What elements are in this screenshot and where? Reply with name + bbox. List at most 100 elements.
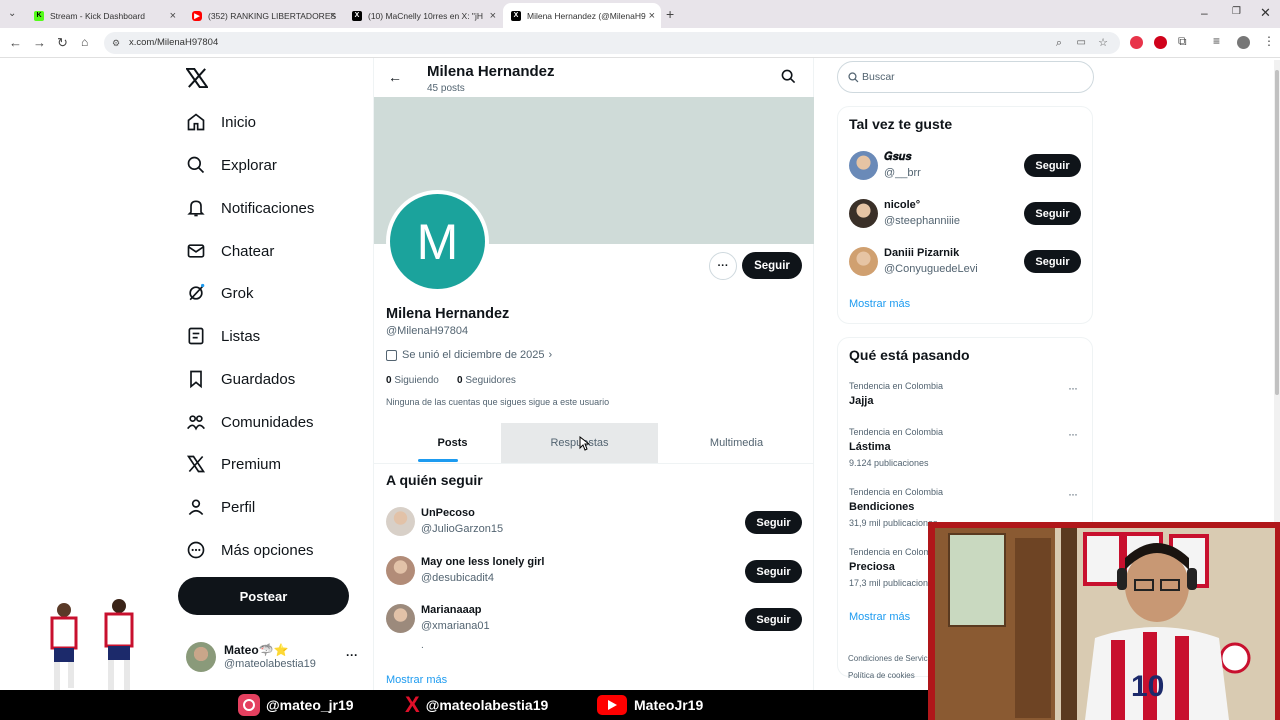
close-window-icon[interactable]: ✕ bbox=[1260, 5, 1271, 21]
more-dots-icon[interactable]: ··· bbox=[1068, 487, 1078, 501]
user-handle: @desubicadit4 bbox=[421, 572, 494, 584]
browser-tab-x-milena[interactable]: X Milena Hernandez (@MilenaH9 × bbox=[503, 3, 661, 28]
trend-name[interactable]: Lástima bbox=[849, 441, 891, 453]
account-handle: @mateolabestia19 bbox=[224, 658, 316, 670]
person-icon bbox=[188, 499, 204, 516]
avatar[interactable] bbox=[849, 199, 878, 228]
sidebar-item-listas[interactable]: Listas bbox=[186, 321, 260, 351]
search-box[interactable]: Buscar bbox=[837, 61, 1094, 93]
media-icon[interactable]: ≡ bbox=[1213, 34, 1220, 48]
back-icon[interactable]: ← bbox=[9, 35, 22, 50]
follow-button[interactable]: Seguir bbox=[1024, 154, 1081, 177]
sidebar-item-chatear[interactable]: Chatear bbox=[186, 236, 274, 266]
search-icon[interactable] bbox=[781, 69, 796, 89]
trend-name[interactable]: Jajja bbox=[849, 395, 873, 407]
trends-show-more-link[interactable]: Mostrar más bbox=[849, 611, 910, 623]
forward-icon[interactable]: → bbox=[33, 35, 46, 50]
scrollbar-thumb[interactable] bbox=[1275, 70, 1279, 395]
youtube-icon: ▶ bbox=[192, 10, 202, 21]
tab-label: Multimedia bbox=[709, 437, 764, 449]
extension-icon[interactable] bbox=[1130, 36, 1143, 49]
bookmark-star-icon[interactable]: ☆ bbox=[1098, 32, 1108, 54]
post-button[interactable]: Postear bbox=[178, 577, 349, 615]
sidebar-item-label: Premium bbox=[221, 455, 282, 473]
x-overlay: X @mateolabestia19 bbox=[405, 692, 549, 717]
home-browser-icon[interactable]: ⌂ bbox=[81, 35, 88, 49]
sidebar-item-notificaciones[interactable]: Notificaciones bbox=[186, 193, 314, 223]
browser-menu-icon[interactable]: ⋮ bbox=[1263, 34, 1275, 48]
sidebar-item-grok[interactable]: Grok bbox=[186, 278, 254, 308]
restore-icon[interactable]: ❐ bbox=[1232, 6, 1241, 17]
more-dots-icon[interactable]: ··· bbox=[1068, 381, 1078, 395]
url-bar[interactable]: ⚙ x.com/MilenaH97804 ⌕ ▭ ☆ bbox=[104, 32, 1120, 54]
back-arrow-icon[interactable]: ← bbox=[388, 69, 402, 85]
site-info-icon[interactable]: ⚙ bbox=[112, 32, 120, 54]
user-name[interactable]: 𝑮𝒔𝒖𝒔 bbox=[884, 151, 911, 164]
follow-button[interactable]: Seguir bbox=[1024, 202, 1081, 225]
footer-cookies-link[interactable]: Política de cookies bbox=[848, 671, 915, 680]
sidebar-item-inicio[interactable]: Inicio bbox=[186, 107, 256, 137]
more-dots-icon[interactable]: ··· bbox=[346, 648, 358, 662]
close-tab-icon[interactable]: × bbox=[330, 10, 336, 22]
profile-header-name: Milena Hernandez bbox=[427, 63, 555, 80]
list-extra: . bbox=[421, 640, 424, 651]
minimize-icon[interactable]: – bbox=[1201, 6, 1208, 20]
sidebar-item-perfil[interactable]: Perfil bbox=[186, 492, 255, 522]
suggestions-title: Tal vez te guste bbox=[849, 116, 953, 132]
sidebar-item-guardados[interactable]: Guardados bbox=[186, 364, 295, 394]
user-name[interactable]: nicole° bbox=[884, 199, 920, 211]
follow-profile-button[interactable]: Seguir bbox=[742, 252, 802, 279]
x-icon: X bbox=[352, 10, 362, 21]
reload-icon[interactable]: ↻ bbox=[57, 35, 68, 51]
user-name[interactable]: Daniii Pizarnik bbox=[884, 247, 959, 259]
close-tab-icon[interactable]: × bbox=[490, 10, 496, 22]
follow-button[interactable]: Seguir bbox=[745, 511, 802, 534]
user-handle: @steephanniiie bbox=[884, 215, 960, 227]
close-tab-icon[interactable]: × bbox=[170, 10, 176, 22]
sidebar-item-explorar[interactable]: Explorar bbox=[186, 150, 277, 180]
zoom-icon[interactable]: ⌕ bbox=[1056, 32, 1062, 54]
x-logo[interactable] bbox=[185, 67, 209, 93]
trend-name[interactable]: Preciosa bbox=[849, 561, 895, 573]
extensions-puzzle-icon[interactable]: ⧉ bbox=[1178, 34, 1187, 49]
more-dots-icon[interactable]: ··· bbox=[1068, 427, 1078, 441]
avatar[interactable] bbox=[386, 556, 415, 585]
follow-button[interactable]: Seguir bbox=[1024, 250, 1081, 273]
joined-date[interactable]: Se unió el diciembre de 2025 › bbox=[386, 349, 552, 361]
follow-button[interactable]: Seguir bbox=[745, 560, 802, 583]
x-handle: @mateolabestia19 bbox=[425, 697, 549, 713]
avatar[interactable] bbox=[386, 507, 415, 536]
user-name[interactable]: May one less lonely girl bbox=[421, 556, 545, 568]
opera-extension-icon[interactable] bbox=[1154, 36, 1167, 49]
follow-button[interactable]: Seguir bbox=[745, 608, 802, 631]
who-to-follow-show-more-link[interactable]: Mostrar más bbox=[386, 674, 447, 686]
sidebar-item-premium[interactable]: Premium bbox=[186, 449, 281, 479]
footer-terms-link[interactable]: Condiciones de Servicio bbox=[848, 654, 934, 663]
account-switcher[interactable]: Mateo🦈⭐ @mateolabestia19 ··· bbox=[186, 640, 362, 674]
trend-name[interactable]: Bendiciones bbox=[849, 501, 914, 513]
avatar[interactable] bbox=[386, 604, 415, 633]
tab-list-chevron-icon[interactable]: ⌄ bbox=[8, 8, 16, 19]
followers-stat[interactable]: 0 Seguidores bbox=[457, 375, 516, 386]
sidebar-item-comunidades[interactable]: Comunidades bbox=[186, 407, 314, 437]
more-options-button[interactable]: ··· bbox=[709, 252, 737, 280]
close-tab-icon[interactable]: × bbox=[649, 10, 655, 22]
following-stat[interactable]: 0 Siguiendo bbox=[386, 375, 439, 386]
browser-tab-youtube[interactable]: ▶ (352) RANKING LIBERTADORES × bbox=[184, 3, 342, 28]
tabs-divider bbox=[374, 463, 814, 464]
user-name[interactable]: Marianaaap bbox=[421, 604, 482, 616]
profile-avatar[interactable]: M bbox=[386, 190, 489, 293]
user-name[interactable]: UnPecoso bbox=[421, 507, 475, 519]
tab-multimedia[interactable]: Multimedia bbox=[658, 423, 815, 463]
suggestions-show-more-link[interactable]: Mostrar más bbox=[849, 298, 910, 310]
new-tab-icon[interactable]: + bbox=[666, 6, 674, 22]
sidebar-item-label: Listas bbox=[221, 327, 261, 345]
avatar[interactable] bbox=[849, 247, 878, 276]
sidebar-item-mas-opciones[interactable]: Más opciones bbox=[186, 535, 314, 565]
avatar[interactable] bbox=[849, 151, 878, 180]
browser-tab-kick[interactable]: K Stream - Kick Dashboard × bbox=[26, 3, 182, 28]
joined-text: Se unió el diciembre de 2025 bbox=[402, 349, 545, 361]
profile-avatar-icon[interactable] bbox=[1237, 36, 1250, 49]
browser-tab-x-macnelly[interactable]: X (10) MaCnelly 10rres en X: "jH × bbox=[344, 3, 502, 28]
cast-icon[interactable]: ▭ bbox=[1077, 32, 1086, 54]
